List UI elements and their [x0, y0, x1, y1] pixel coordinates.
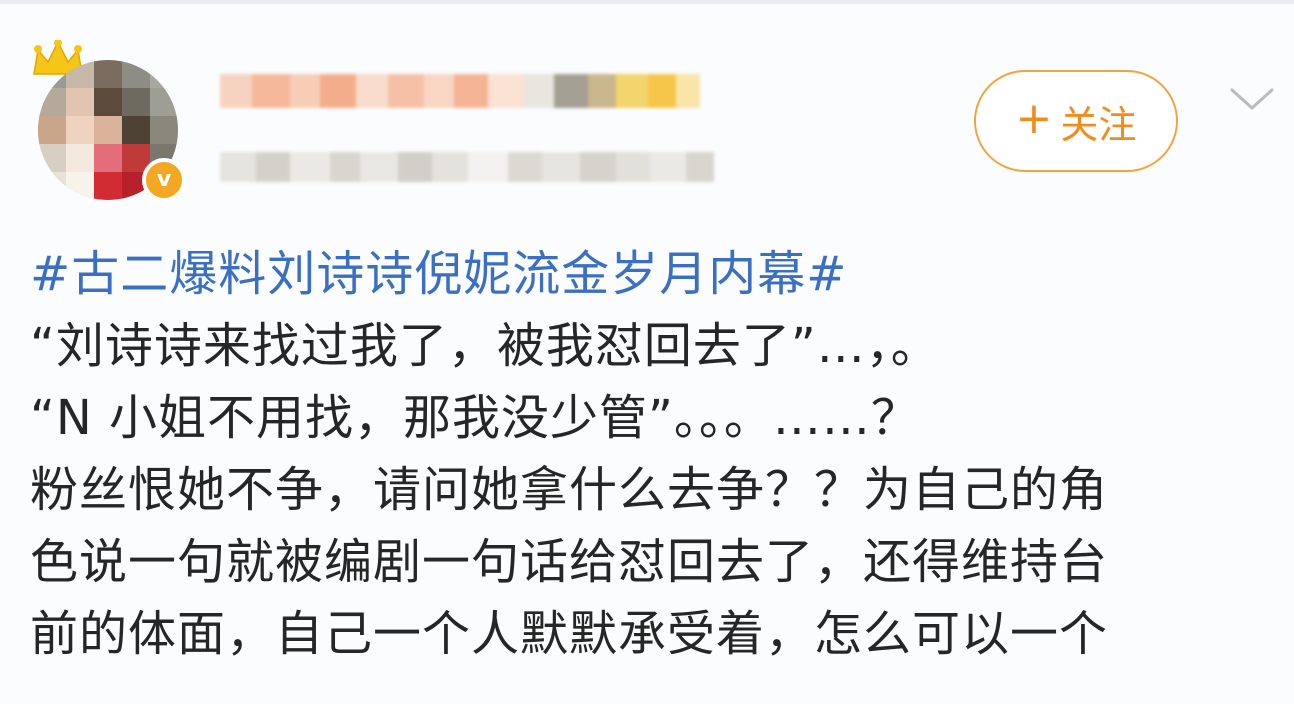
post-text-line: “N 小姐不用找，那我没少管”。。。……？	[30, 390, 920, 446]
verified-badge-icon: v	[142, 158, 186, 202]
username-blurred[interactable]	[220, 74, 700, 108]
follow-button[interactable]: + 关注	[974, 70, 1178, 172]
post-meta-blurred	[220, 152, 714, 182]
post-text-line: 色说一句就被编剧一句话给怼回去了，还得维持台	[30, 534, 1109, 590]
post-content: #古二爆料刘诗诗倪妮流金岁月内幕# “刘诗诗来找过我了，被我怼回去了”…，。 “…	[30, 238, 1280, 704]
follow-button-label: 关注	[1060, 102, 1137, 147]
post-text-line: 前的体面，自己一个人默默承受着，怎么可以一个	[30, 606, 1109, 662]
weibo-post-screen: v + 关注 #古二爆料刘诗诗倪妮流金岁月内幕# “刘诗诗来找过我了，被我怼回去…	[0, 0, 1294, 704]
user-avatar-group[interactable]: v	[30, 40, 186, 205]
chevron-down-icon[interactable]	[1228, 86, 1276, 114]
topic-hashtag-link[interactable]: #古二爆料刘诗诗倪妮流金岁月内幕#	[30, 238, 1280, 310]
top-divider	[0, 0, 1294, 4]
post-text-line: 粉丝恨她不争，请问她拿什么去争？？为自己的角	[30, 462, 1109, 518]
post-text-line: “刘诗诗来找过我了，被我怼回去了”…，。	[30, 318, 940, 374]
post-text-line-truncated	[30, 670, 1280, 704]
plus-icon: +	[1015, 93, 1053, 144]
truncated-text-fragment	[30, 682, 1270, 704]
